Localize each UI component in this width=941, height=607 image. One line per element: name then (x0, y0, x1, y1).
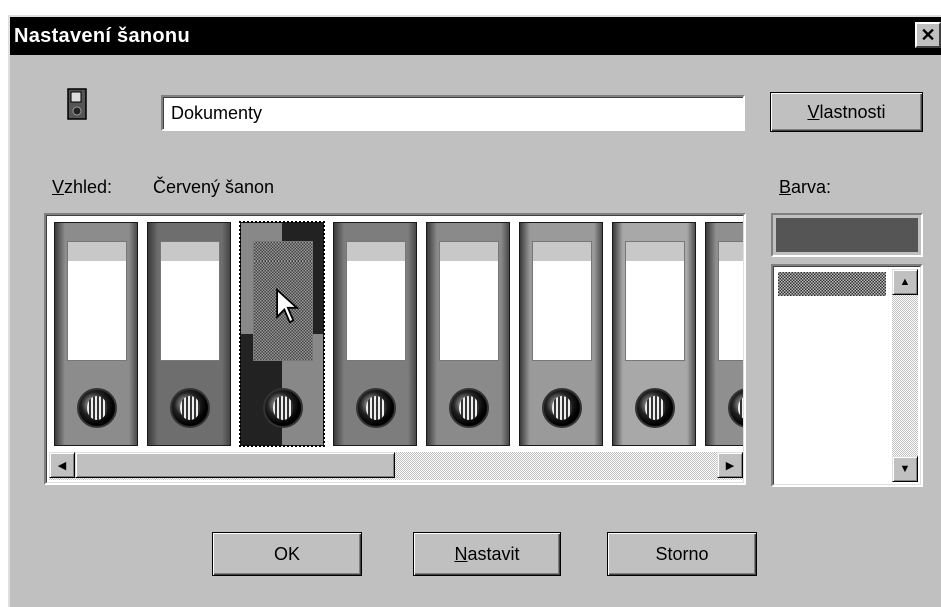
close-button[interactable]: ✕ (915, 22, 941, 48)
selected-appearance-name: Červený šanon (153, 177, 275, 197)
binder-option[interactable] (426, 222, 510, 446)
binder-spine-label (718, 261, 743, 361)
binder-label-top (625, 241, 685, 261)
binder-name-input[interactable] (161, 95, 745, 131)
gallery-horizontal-scrollbar[interactable]: ◀ ▶ (49, 452, 743, 480)
appearance-gallery[interactable]: ◀ ▶ (44, 213, 746, 485)
current-color-swatch (771, 213, 923, 257)
binder-ring-hole (635, 388, 675, 428)
ok-button-label: OK (273, 543, 300, 564)
binder-option[interactable] (239, 221, 325, 447)
color-listbox[interactable]: ▲ ▼ (771, 264, 923, 487)
ok-button[interactable]: OK (212, 532, 362, 576)
cancel-button[interactable]: Storno (607, 532, 757, 576)
binder-option[interactable] (54, 222, 138, 446)
binder-ring-hole (356, 388, 396, 428)
binder-spine-label (439, 261, 499, 361)
cancel-button-label: Storno (655, 543, 709, 564)
binder-label-top (67, 241, 127, 261)
arrow-up-icon: ▲ (899, 276, 911, 288)
binder-option[interactable] (147, 222, 231, 446)
binder-spine-label (67, 261, 127, 361)
binder-ring-hole (263, 388, 303, 428)
color-label: Barva: (779, 177, 832, 197)
scroll-up-button[interactable]: ▲ (892, 269, 918, 295)
binder-option[interactable] (519, 222, 603, 446)
binder-option[interactable] (333, 222, 417, 446)
binder-spine-label (625, 261, 685, 361)
title-bar[interactable]: Nastavení šanonu ✕ (10, 17, 941, 55)
binder-icon (67, 88, 87, 120)
arrow-down-icon: ▼ (899, 463, 911, 475)
binder-ring-hole (449, 388, 489, 428)
binder-option[interactable] (612, 222, 696, 446)
binder-label-top (718, 241, 743, 261)
binder-ring-hole (77, 388, 117, 428)
binder-ring-hole (728, 388, 743, 428)
binder-settings-dialog: Nastavení šanonu ✕ Vlastnosti Vzhled: Če… (8, 15, 941, 607)
scroll-left-button[interactable]: ◀ (49, 452, 75, 478)
mouse-cursor-icon (276, 288, 300, 324)
properties-button-label: Vlastnosti (807, 101, 886, 122)
binder-label-top (439, 241, 499, 261)
binder-option[interactable] (705, 222, 743, 446)
binder-ring-hole (542, 388, 582, 428)
arrow-right-icon: ▶ (725, 459, 735, 472)
properties-button[interactable]: Vlastnosti (770, 92, 923, 132)
binder-spine-label (532, 261, 592, 361)
binder-label-top (532, 241, 592, 261)
binder-spine-label (160, 261, 220, 361)
scroll-down-button[interactable]: ▼ (892, 456, 918, 482)
color-vertical-scrollbar[interactable]: ▲ ▼ (892, 269, 918, 482)
binder-label-top (253, 241, 313, 261)
color-list-item-selected[interactable] (778, 272, 886, 296)
current-color-fill (776, 218, 918, 252)
binder-label-top (160, 241, 220, 261)
apply-button-label: Nastavit (454, 543, 520, 564)
appearance-label: Vzhled: (52, 177, 113, 197)
window-title: Nastavení šanonu (14, 25, 190, 47)
binder-gallery-view (49, 218, 743, 450)
scrollbar-thumb[interactable] (75, 452, 395, 478)
binder-ring-hole (170, 388, 210, 428)
binder-spine-label (346, 261, 406, 361)
scroll-right-button[interactable]: ▶ (717, 452, 743, 478)
apply-button[interactable]: Nastavit (413, 532, 561, 576)
close-icon: ✕ (920, 25, 936, 45)
arrow-left-icon: ◀ (57, 459, 67, 472)
binder-label-top (346, 241, 406, 261)
